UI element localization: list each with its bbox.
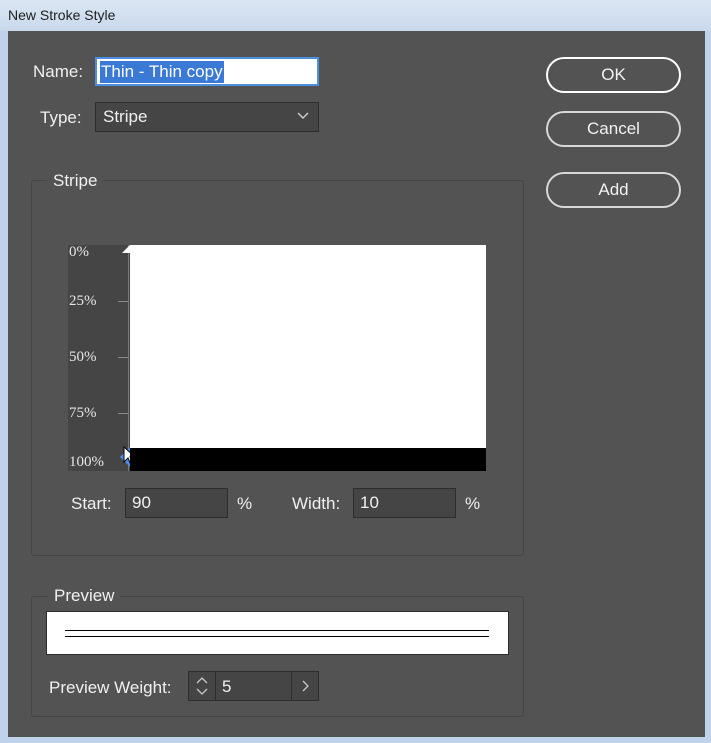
preview-line — [65, 630, 489, 631]
window-frame-bottom — [0, 737, 711, 743]
ruler-label-100: 100% — [69, 454, 104, 470]
window-frame-right — [705, 31, 711, 743]
title-bar: New Stroke Style — [0, 0, 711, 31]
type-select[interactable]: Stripe — [95, 102, 319, 132]
preview-weight-stepper[interactable]: 5 — [188, 671, 319, 701]
chevron-right-icon[interactable] — [291, 672, 318, 700]
stripe-group-title: Stripe — [47, 171, 104, 191]
stripe-ruler[interactable]: 0% 25% 50% 75% 100% — [68, 244, 137, 471]
stripe-top-handle-icon[interactable] — [122, 245, 130, 253]
preview-weight-label: Preview Weight: — [49, 678, 172, 697]
add-button[interactable]: Add — [546, 172, 681, 208]
stepper-arrows-icon[interactable] — [189, 672, 216, 700]
ruler-label-0: 0% — [69, 244, 89, 260]
ruler-tick — [118, 413, 128, 414]
name-input-value: Thin - Thin copy — [100, 60, 224, 83]
ruler-label-75: 75% — [69, 405, 97, 421]
ruler-tick — [118, 357, 128, 358]
preview-group-title: Preview — [48, 586, 121, 606]
name-label: Name: — [33, 62, 84, 81]
ruler-label-25: 25% — [69, 293, 97, 309]
type-label: Type: — [40, 108, 82, 127]
ruler-tick — [118, 301, 128, 302]
cancel-button[interactable]: Cancel — [546, 111, 681, 147]
start-input[interactable]: 90 — [125, 488, 228, 518]
chevron-down-icon — [297, 112, 309, 119]
width-unit: % — [465, 494, 481, 513]
stripe-editor[interactable]: 0% 25% 50% 75% 100% — [68, 244, 486, 471]
stripe-canvas[interactable] — [130, 245, 486, 471]
preview-line — [65, 636, 489, 637]
width-label: Width: — [292, 494, 341, 513]
ruler-label-50: 50% — [69, 349, 97, 365]
start-unit: % — [237, 494, 253, 513]
preview-weight-value[interactable]: 5 — [222, 677, 231, 697]
ok-button[interactable]: OK — [546, 57, 681, 93]
stroke-preview — [46, 611, 509, 655]
width-input[interactable]: 10 — [353, 488, 456, 518]
name-input[interactable]: Thin - Thin copy — [95, 57, 319, 86]
window-frame-left — [0, 31, 8, 743]
stripe-bar[interactable] — [130, 448, 486, 471]
type-select-value: Stripe — [103, 107, 148, 126]
window-title: New Stroke Style — [8, 7, 116, 23]
ruler-line — [128, 245, 129, 471]
start-label: Start: — [71, 494, 112, 513]
